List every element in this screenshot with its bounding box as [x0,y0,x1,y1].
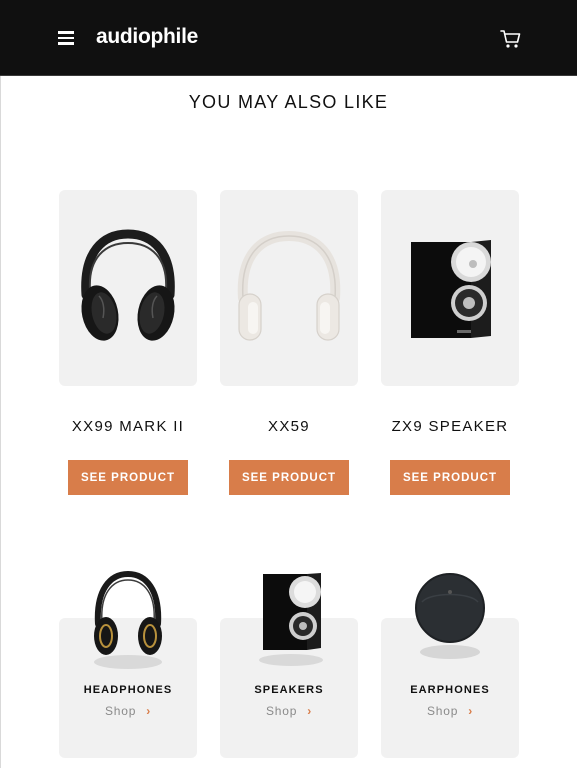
product-name: XX59 [268,418,310,435]
page-edge-divider [0,76,1,768]
see-product-button[interactable]: SEE PRODUCT [68,460,188,495]
site-logo[interactable]: audiophile [96,25,198,49]
shop-earphones-link[interactable]: Shop › [381,704,519,718]
chevron-right-icon: › [146,704,152,718]
shop-speakers-link[interactable]: Shop › [220,704,358,718]
product-card-image[interactable] [381,190,519,386]
speaker-image [259,573,323,666]
see-product-button[interactable]: SEE PRODUCT [229,460,349,495]
cart-icon[interactable] [500,29,522,49]
site-header: audiophile [0,0,577,76]
black-headphones-image [81,229,175,341]
shop-link-label: Shop [104,704,137,718]
chevron-right-icon: › [307,704,313,718]
product-name: ZX9 SPEAKER [391,418,509,435]
shop-link-label: Shop [426,704,459,718]
category-name: HEADPHONES [83,684,173,696]
product-card-image[interactable] [220,190,358,386]
section-title: YOU MAY ALSO LIKE [188,92,389,112]
category-name: EARPHONES [410,684,490,696]
shop-headphones-link[interactable]: Shop › [59,704,197,718]
headphones-image [94,570,162,669]
hamburger-menu-icon[interactable] [58,31,74,45]
chevron-right-icon: › [468,704,474,718]
see-product-button[interactable]: SEE PRODUCT [390,460,510,495]
product-name: XX99 MARK II [71,418,185,435]
earphones-case-image [415,573,485,659]
speaker-image [411,240,491,338]
white-headphones-image [237,230,341,341]
category-name: SPEAKERS [254,684,324,696]
product-card-image[interactable] [59,190,197,386]
shop-link-label: Shop [265,704,298,718]
